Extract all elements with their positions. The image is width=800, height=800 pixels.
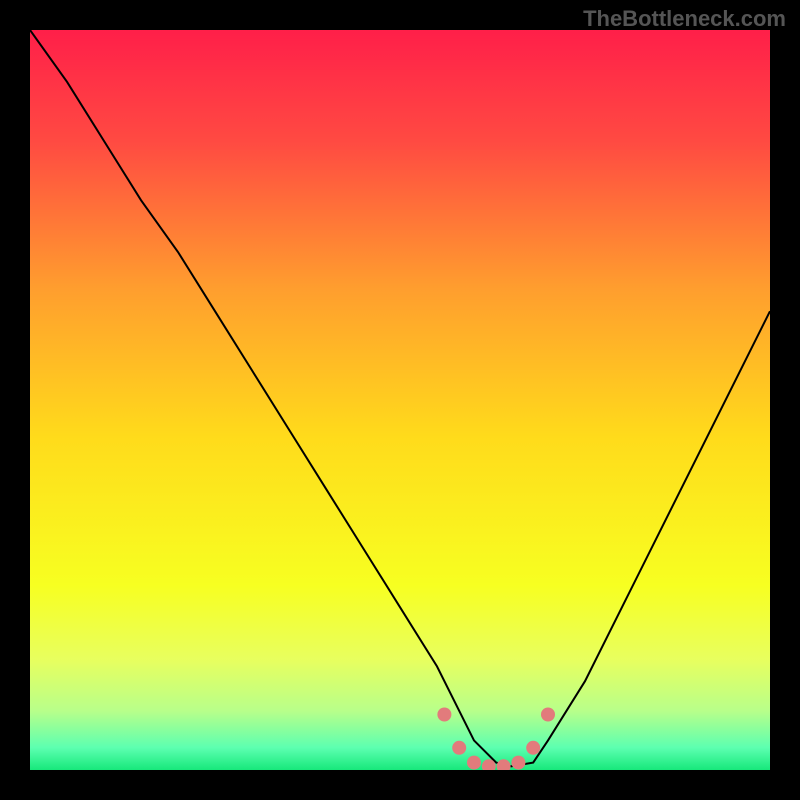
chart-svg [30, 30, 770, 770]
highlight-marker [497, 759, 511, 770]
highlight-marker [511, 756, 525, 770]
bottleneck-curve [30, 30, 770, 766]
highlight-marker [541, 708, 555, 722]
plot-area [30, 30, 770, 770]
highlight-markers [437, 708, 555, 771]
highlight-marker [437, 708, 451, 722]
highlight-marker [452, 741, 466, 755]
chart-container: TheBottleneck.com [0, 0, 800, 800]
highlight-marker [467, 756, 481, 770]
watermark-text: TheBottleneck.com [583, 6, 786, 32]
highlight-marker [526, 741, 540, 755]
